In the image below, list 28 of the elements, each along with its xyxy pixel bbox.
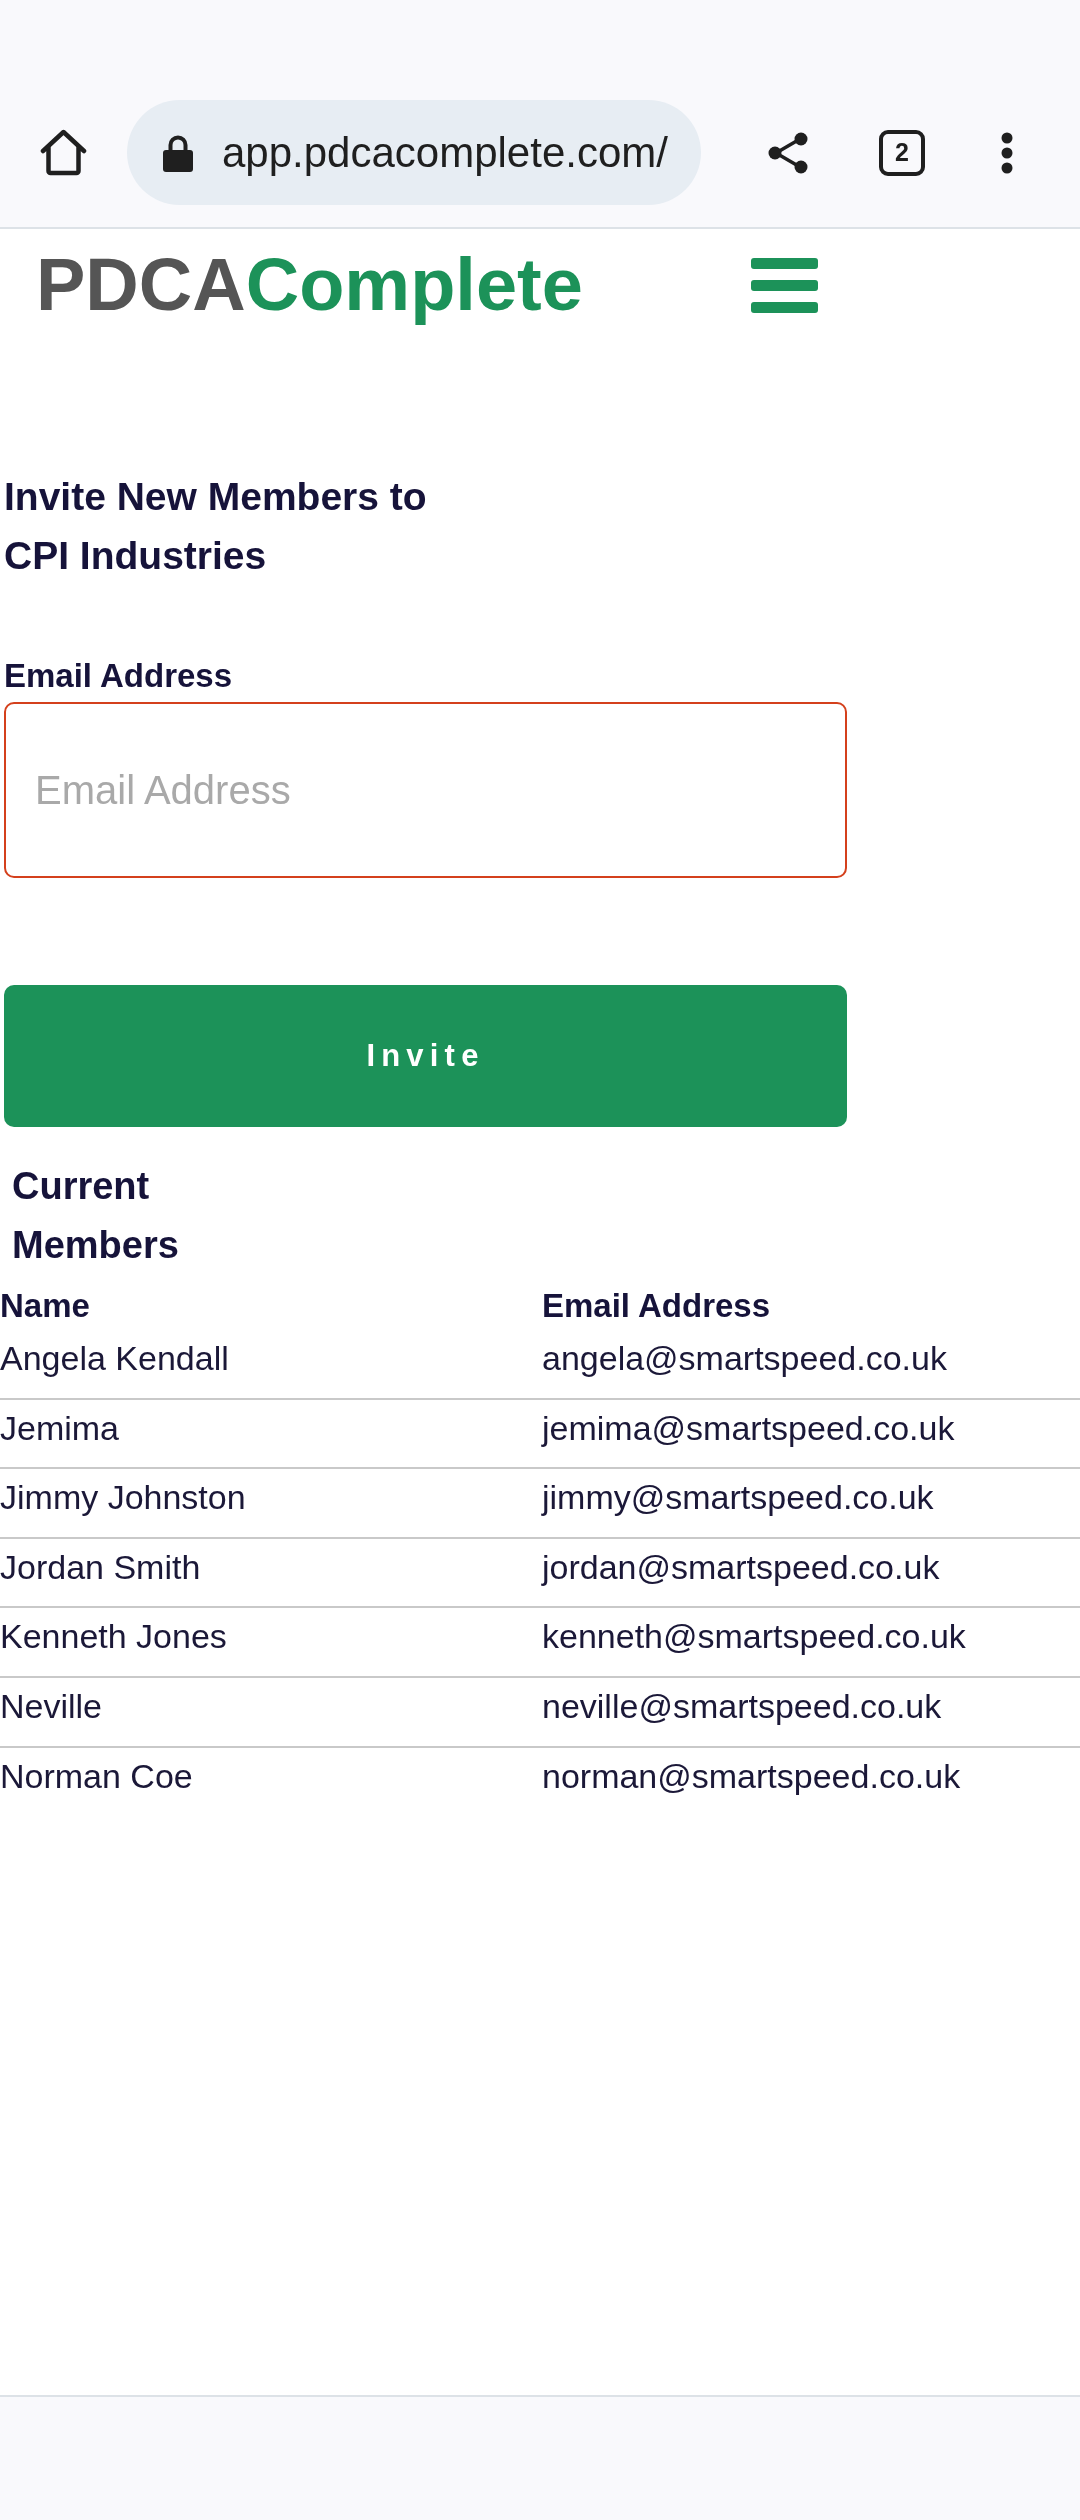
table-cell: jimmy@smartspeed.co.uk: [542, 1477, 934, 1518]
table-cell: neville@smartspeed.co.uk: [542, 1685, 942, 1726]
table-cell: Kenneth Jones: [0, 1616, 227, 1657]
table-cell: norman@smartspeed.co.uk: [542, 1755, 961, 1796]
invite-button[interactable]: Invite: [4, 985, 847, 1127]
table-cell: Jimmy Johnston: [0, 1477, 246, 1518]
more-options-icon[interactable]: [1001, 131, 1013, 174]
members-heading: Current Members: [12, 1164, 180, 1268]
table-cell: Neville: [0, 1685, 103, 1726]
column-header: Email Address: [542, 1286, 771, 1326]
table-cell: jordan@smartspeed.co.uk: [542, 1546, 940, 1587]
table-cell: jemima@smartspeed.co.uk: [542, 1407, 955, 1448]
address-bar[interactable]: app.pdcacomplete.com/: [127, 100, 701, 205]
email-input[interactable]: Email Address: [4, 702, 847, 878]
invite-heading: Invite New Members to CPI Industries: [4, 474, 428, 579]
table-cell: kenneth@smartspeed.co.uk: [542, 1616, 966, 1657]
table-cell: angela@smartspeed.co.uk: [542, 1338, 947, 1378]
share-icon[interactable]: [768, 131, 808, 174]
lock-icon: [163, 133, 193, 172]
home-icon[interactable]: [40, 129, 87, 176]
table-cell: Norman Coe: [0, 1755, 193, 1796]
email-label: Email Address: [4, 656, 233, 696]
table-cell: Jemima: [0, 1407, 120, 1448]
table-cell: Angela Kendall: [0, 1338, 229, 1378]
menu-icon[interactable]: [751, 257, 818, 313]
table-cell: Jordan Smith: [0, 1546, 201, 1587]
column-header: Name: [0, 1286, 90, 1326]
tab-count-button[interactable]: 2: [879, 129, 925, 176]
